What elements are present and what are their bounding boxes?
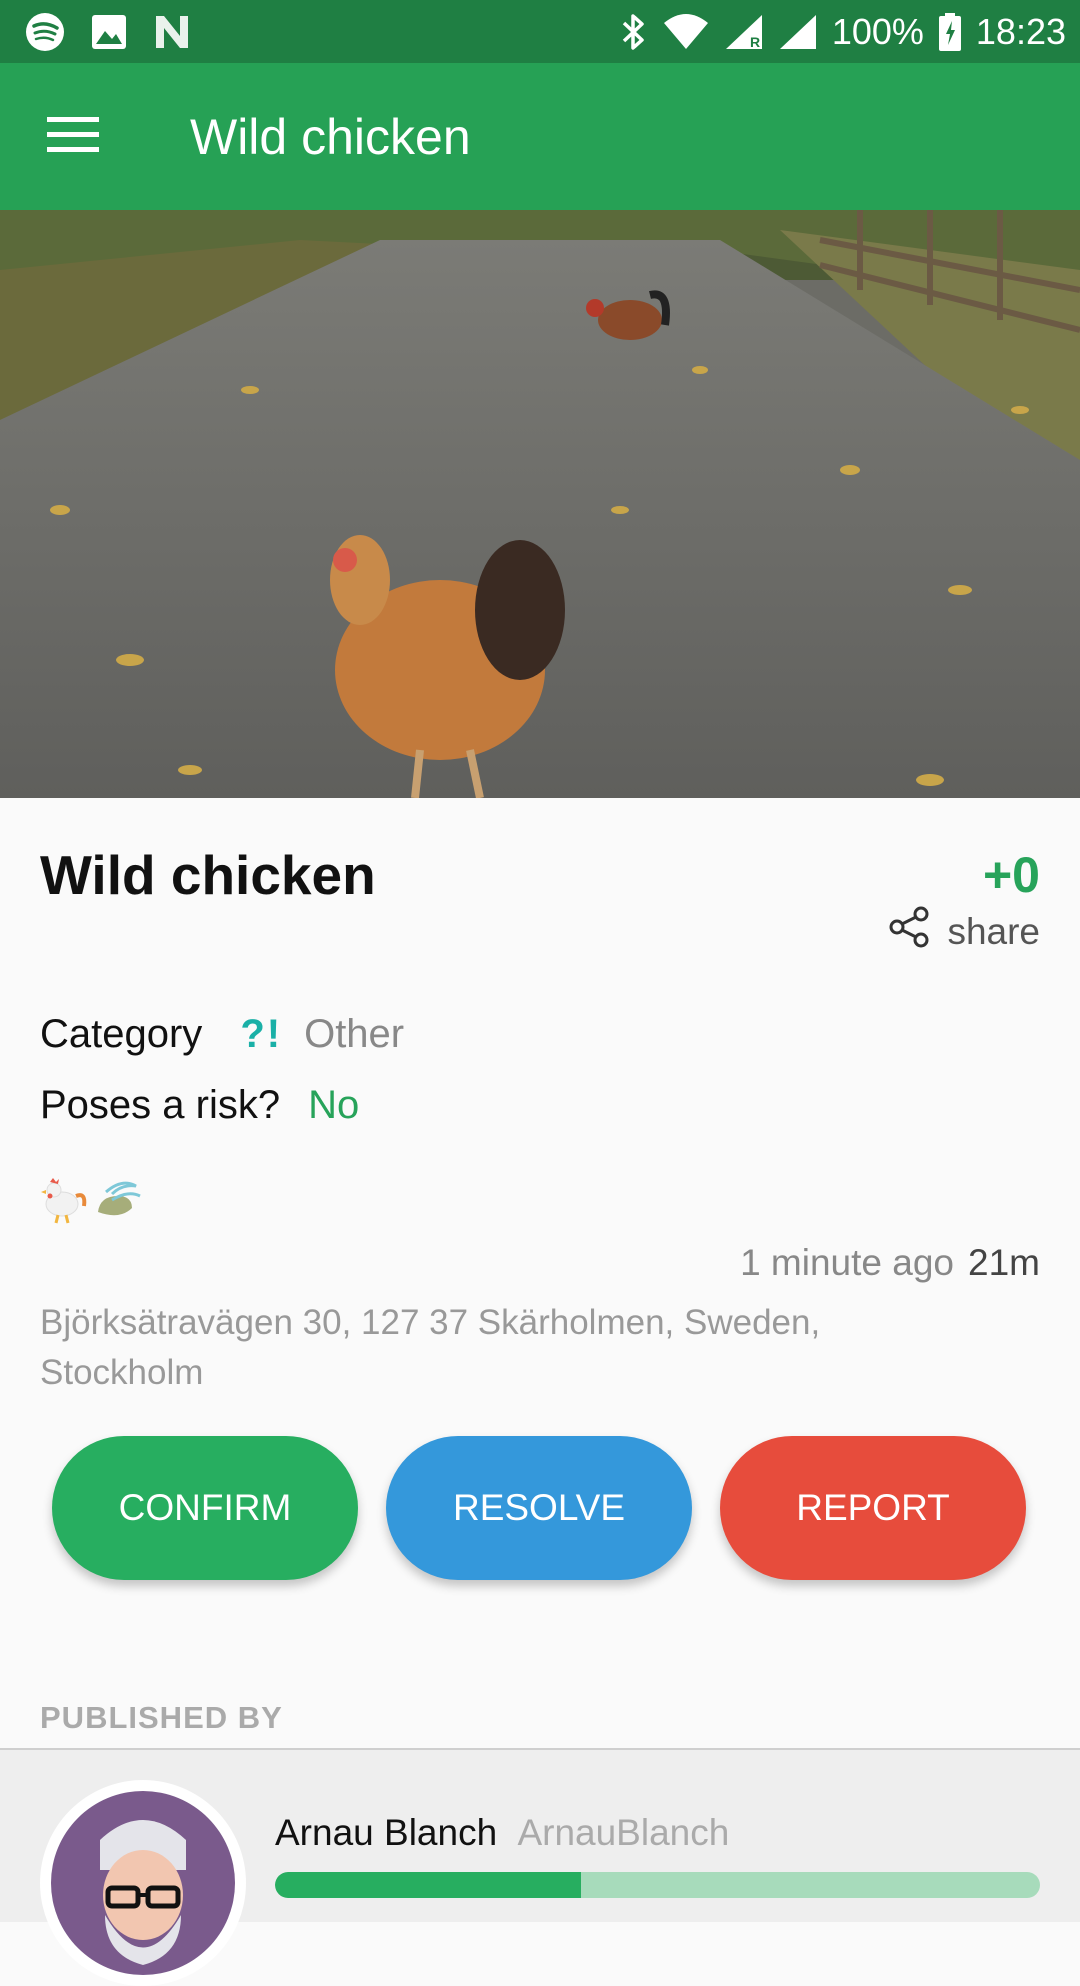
category-row: Category ?! Other (40, 1012, 404, 1057)
menu-button[interactable] (36, 100, 110, 174)
share-button[interactable]: share (887, 905, 1040, 958)
clock: 18:23 (975, 10, 1066, 52)
wifi-icon (662, 13, 710, 51)
publisher-card[interactable]: Arnau Blanch ArnauBlanch (0, 1748, 1080, 1986)
publisher-handle: ArnauBlanch (517, 1812, 730, 1853)
signal-roaming-icon: R (724, 13, 764, 51)
app-bar: Wild chicken (0, 63, 1080, 210)
reputation-progress-fill (275, 1872, 581, 1898)
distance: 21m (968, 1242, 1040, 1283)
published-by-label: PUBLISHED BY (40, 1700, 283, 1735)
publisher-display-name: Arnau Blanch (275, 1812, 498, 1853)
issue-photo[interactable] (0, 210, 1080, 798)
issue-title: Wild chicken (40, 844, 376, 906)
time-row: 1 minute ago 21m (740, 1242, 1040, 1284)
image-icon (90, 13, 128, 51)
risk-label: Poses a risk? (40, 1083, 281, 1127)
share-icon (887, 905, 931, 958)
score-badge: +0 (982, 847, 1040, 903)
battery-percent: 100% (831, 10, 924, 52)
report-button[interactable]: REPORT (720, 1436, 1026, 1580)
confirm-button[interactable]: CONFIRM (52, 1436, 358, 1580)
resolve-button[interactable]: RESOLVE (386, 1436, 692, 1580)
category-other-icon: ?! (240, 1012, 283, 1056)
risk-value: No (308, 1083, 360, 1127)
app-bar-title: Wild chicken (190, 108, 471, 165)
publisher-name: Arnau Blanch ArnauBlanch (275, 1812, 729, 1854)
time-ago: 1 minute ago (740, 1242, 955, 1283)
svg-text:R: R (750, 34, 760, 50)
bluetooth-icon (618, 12, 648, 52)
address: Björksätravägen 30, 127 37 Skärholmen, S… (40, 1303, 821, 1392)
avatar[interactable] (40, 1780, 246, 1986)
category-label: Category (40, 1012, 203, 1056)
reputation-progress-bar (275, 1872, 1040, 1898)
share-label: share (947, 910, 1040, 952)
risk-row: Poses a risk? No (40, 1083, 359, 1128)
emoji-tags (40, 1172, 144, 1229)
menu-icon (47, 115, 99, 158)
rooster-icon (40, 1172, 88, 1229)
leaf-wind-icon (92, 1172, 144, 1229)
signal-icon (778, 13, 818, 51)
battery-icon (938, 12, 962, 52)
spotify-icon (24, 11, 66, 53)
category-value: Other (304, 1012, 405, 1056)
n-icon (152, 14, 192, 50)
status-bar: R 100% 18:23 (0, 0, 1080, 63)
